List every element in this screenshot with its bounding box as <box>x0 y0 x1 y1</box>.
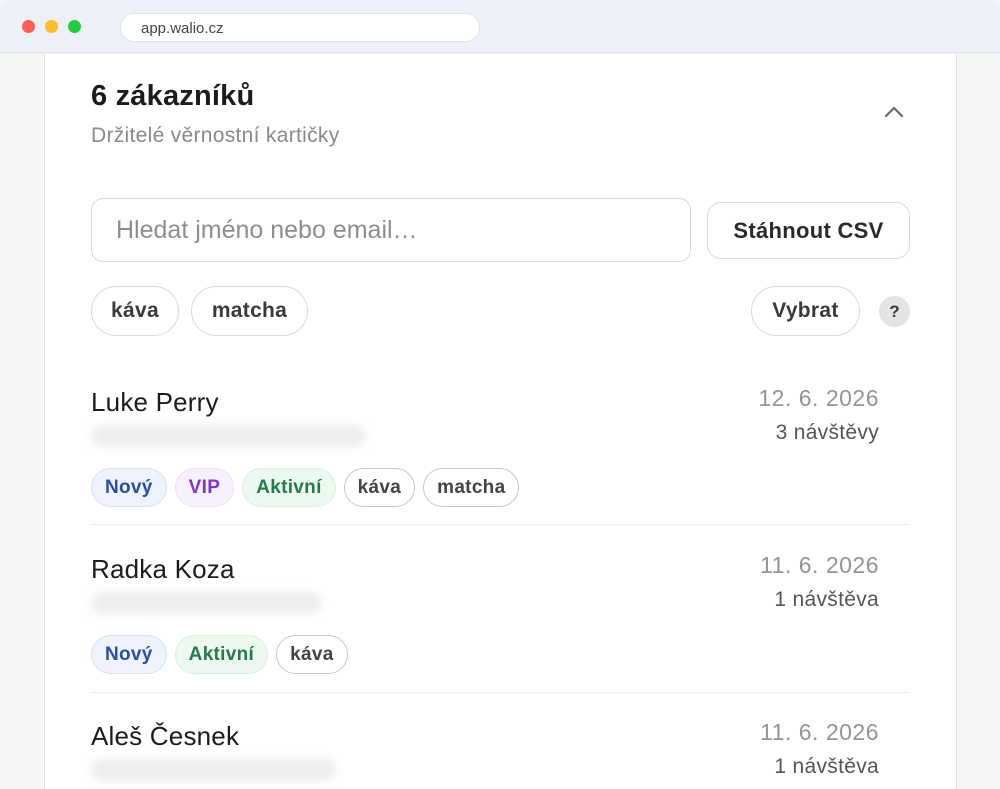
page-title: 6 zákazníků <box>91 80 255 112</box>
select-button[interactable]: Vybrat <box>751 286 860 336</box>
tag-vip: VIP <box>174 468 235 507</box>
customer-name: Aleš Česnek <box>91 721 240 751</box>
tag-active: Aktivní <box>242 468 336 507</box>
chevron-up-icon[interactable] <box>880 98 908 126</box>
customer-tags: Nový Aktivní káva <box>91 635 348 674</box>
tag-active: Aktivní <box>174 635 269 674</box>
page-subtitle: Držitelé věrnostní kartičky <box>91 124 340 147</box>
customer-visits: 3 návštěvy <box>775 421 879 444</box>
filter-chip-matcha[interactable]: matcha <box>191 286 308 336</box>
customer-date: 11. 6. 2026 <box>760 719 879 745</box>
row-divider <box>91 524 910 525</box>
search-input[interactable] <box>91 198 691 262</box>
close-window-button[interactable] <box>22 20 35 33</box>
tag-kava: káva <box>276 635 348 674</box>
customer-visits: 1 návštěva <box>774 588 879 611</box>
tag-kava: káva <box>343 468 416 507</box>
tag-new: Nový <box>91 468 167 507</box>
row-divider <box>91 692 910 693</box>
customer-date: 12. 6. 2026 <box>758 385 879 411</box>
help-icon[interactable]: ? <box>879 296 910 327</box>
customer-row[interactable]: Aleš Česnek 11. 6. 2026 1 návštěva <box>91 707 910 789</box>
address-bar[interactable]: app.walio.cz <box>120 13 480 42</box>
browser-toolbar: app.walio.cz <box>0 0 1000 53</box>
customer-row[interactable]: Luke Perry 12. 6. 2026 3 návštěvy Nový V… <box>91 373 910 541</box>
filter-chip-kava[interactable]: káva <box>91 286 179 336</box>
customer-date: 11. 6. 2026 <box>760 552 879 578</box>
tag-matcha: matcha <box>423 468 520 507</box>
customer-name: Luke Perry <box>91 387 219 417</box>
minimize-window-button[interactable] <box>45 20 58 33</box>
maximize-window-button[interactable] <box>68 20 81 33</box>
customer-tags: Nový VIP Aktivní káva matcha <box>91 468 520 507</box>
download-csv-button[interactable]: Stáhnout CSV <box>707 202 910 259</box>
customer-email-redacted <box>91 425 366 447</box>
customer-email-redacted <box>91 759 336 781</box>
customer-row[interactable]: Radka Koza 11. 6. 2026 1 návštěva Nový A… <box>91 540 910 708</box>
tag-new: Nový <box>91 635 167 674</box>
customer-name: Radka Koza <box>91 554 235 584</box>
customer-visits: 1 návštěva <box>774 755 879 778</box>
customer-email-redacted <box>91 592 321 614</box>
